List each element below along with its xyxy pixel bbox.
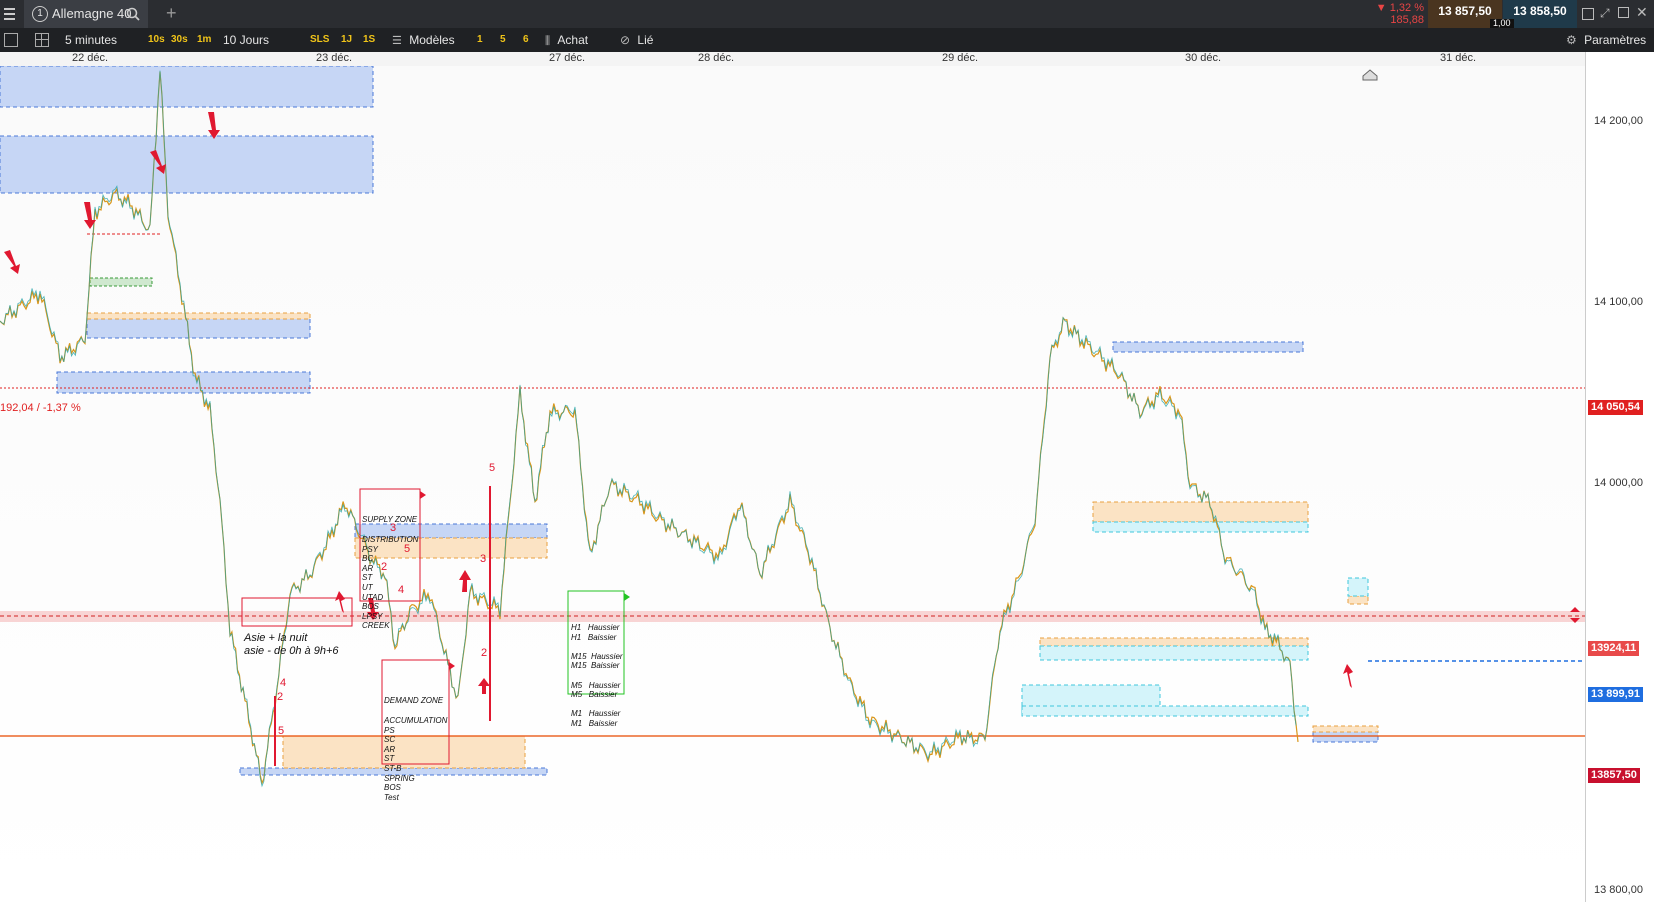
instrument-name: Allemagne 40 <box>52 6 132 21</box>
green-zone <box>89 277 153 287</box>
date-label: 28 déc. <box>698 52 735 64</box>
search-icon[interactable] <box>126 7 140 21</box>
settings-button[interactable]: ⚙ Paramètres <box>1566 28 1646 52</box>
tf-10s-button[interactable]: 10s <box>148 28 165 52</box>
demand-zone-title: DEMAND ZONE <box>384 696 444 705</box>
prev-close-label: 192,04 / -1,37 % <box>0 402 81 414</box>
change-absolute: 185,88 <box>1390 14 1424 26</box>
price-tag-orange: 13857,50 <box>1588 768 1640 783</box>
price-tick: 14 200,00 <box>1594 115 1643 127</box>
price-tag-red: 14 050,54 <box>1588 400 1643 415</box>
linked-button[interactable]: ⊘ Lié <box>620 28 653 52</box>
models-icon: ☰ <box>392 35 402 47</box>
date-label: 31 déc. <box>1440 52 1477 64</box>
supply-zone-list: DISTRIBUTION PSY BC AR ST UT UTAD BOS LP… <box>362 535 419 631</box>
sls-button[interactable]: SLS <box>310 28 329 52</box>
buy-price-button[interactable]: 13 858,50 <box>1503 0 1577 28</box>
wave-label: 2 <box>277 691 283 703</box>
tf-30s-button[interactable]: 30s <box>171 28 188 52</box>
timeframe-select[interactable]: 5 minutes <box>65 28 117 52</box>
asia-note: Asie + la nuit asie - de 0h à 9h+6 <box>244 632 339 657</box>
wave-label: 5 <box>278 725 284 737</box>
quick-1j-button[interactable]: 1J <box>341 28 352 52</box>
price-tick: 14 000,00 <box>1594 477 1643 489</box>
models-button[interactable]: ☰ Modèles <box>392 28 455 52</box>
model-6-button[interactable]: 6 <box>523 28 529 52</box>
price-tag-pink: 13924,11 <box>1588 641 1640 656</box>
wave-label: 2 <box>481 647 487 659</box>
change-percent: ▼ 1,32 % <box>1375 2 1424 14</box>
quick-1s-button[interactable]: 1S <box>363 28 375 52</box>
add-tab-button[interactable]: + <box>166 3 177 24</box>
price-tick: 14 100,00 <box>1594 296 1643 308</box>
trend-table: H1 Haussier H1 Baissier M15 Haussier M15… <box>571 623 623 728</box>
date-label: 27 déc. <box>549 52 586 64</box>
price-tag-blue: 13 899,91 <box>1588 687 1643 702</box>
demand-zone-list: ACCUMULATION PS SC AR ST ST-B SPRING BOS… <box>384 716 448 802</box>
period-select[interactable]: 10 Jours <box>223 28 269 52</box>
tf-1m-button[interactable]: 1m <box>197 28 211 52</box>
wave-label: 4 <box>280 677 286 689</box>
change-display: ▼ 1,32 % 185,88 <box>1362 2 1424 26</box>
date-label: 22 déc. <box>72 52 109 64</box>
price-chart[interactable]: 5 3 5 2 4 4 2 5 3 2 <box>0 66 1585 902</box>
buy-indicator-button[interactable]: ⫼ Achat <box>545 28 588 52</box>
top-bar: 1 Allemagne 40 + ▼ 1,32 % 185,88 13 857,… <box>0 0 1654 28</box>
supply-zone-title: SUPPLY ZONE <box>362 515 418 524</box>
list-icon[interactable] <box>4 33 18 47</box>
detach-icon[interactable] <box>1618 7 1629 18</box>
date-label: 23 déc. <box>316 52 353 64</box>
wave-label: 5 <box>489 462 495 474</box>
close-icon[interactable]: ✕ <box>1636 4 1648 21</box>
fullscreen-icon[interactable]: ⤢ <box>1600 6 1610 21</box>
date-label: 29 déc. <box>942 52 979 64</box>
model-1-button[interactable]: 1 <box>477 28 483 52</box>
wave-label: 3 <box>480 553 486 565</box>
chart-toolbar: 5 minutes 10s 30s 1m 10 Jours SLS 1J 1S … <box>0 28 1654 52</box>
instrument-tab[interactable]: 1 Allemagne 40 <box>24 0 148 28</box>
layout-grid-icon[interactable] <box>35 33 49 47</box>
model-5-button[interactable]: 5 <box>500 28 506 52</box>
candles-icon: ⫼ <box>545 35 551 47</box>
price-tick: 13 800,00 <box>1594 884 1643 896</box>
menu-icon[interactable] <box>4 8 15 20</box>
date-label: 30 déc. <box>1185 52 1222 64</box>
tab-number-badge: 1 <box>32 6 48 22</box>
gear-icon: ⚙ <box>1566 33 1577 47</box>
spread-value: 1,00 <box>1490 19 1514 28</box>
date-axis: 22 déc. 23 déc. 27 déc. 28 déc. 29 déc. … <box>0 52 1585 67</box>
layout-icon[interactable] <box>1582 8 1594 20</box>
link-icon: ⊘ <box>620 33 631 47</box>
